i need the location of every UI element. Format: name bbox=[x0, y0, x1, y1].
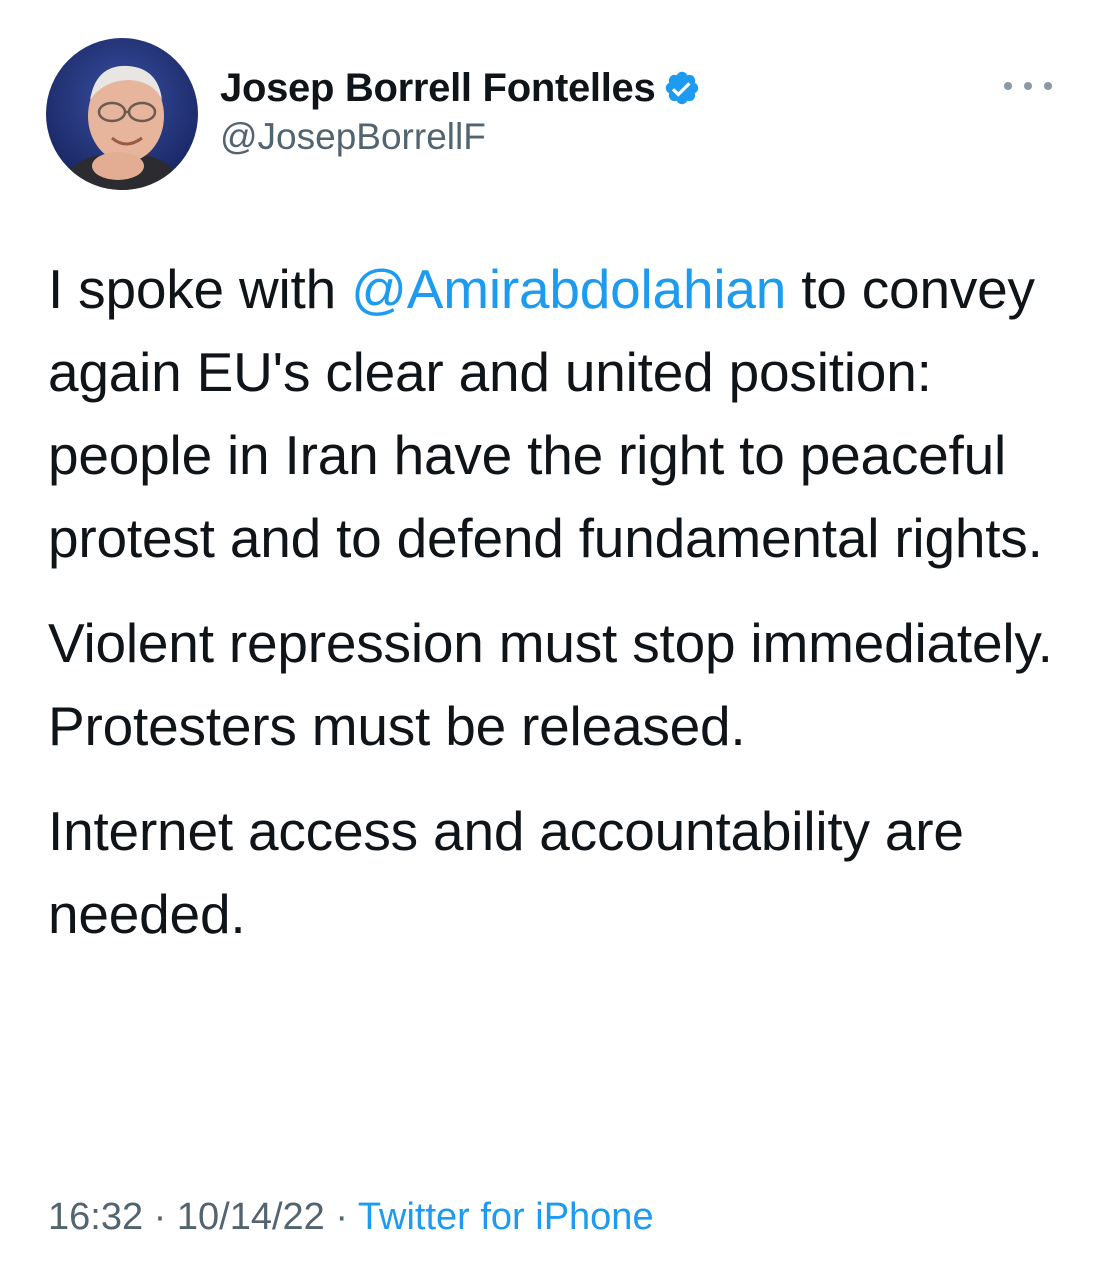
tweet-source-link[interactable]: Twitter for iPhone bbox=[358, 1196, 654, 1238]
tweet-paragraph-3: Internet access and accountability are n… bbox=[48, 800, 964, 945]
tweet-meta: 16:32 · 10/14/22 · Twitter for iPhone bbox=[48, 1196, 654, 1239]
more-horizontal-icon bbox=[1044, 82, 1052, 90]
verified-badge-icon bbox=[663, 69, 701, 107]
mention-link[interactable]: @Amirabdolahian bbox=[351, 258, 786, 320]
tweet-time[interactable]: 16:32 bbox=[48, 1196, 143, 1238]
avatar-image bbox=[46, 38, 198, 190]
tweet-paragraph-2: Violent repression must stop immediately… bbox=[48, 612, 1053, 757]
text-segment: I spoke with bbox=[48, 258, 352, 320]
author-handle[interactable]: @JosepBorrellF bbox=[220, 116, 701, 158]
display-name[interactable]: Josep Borrell Fontelles bbox=[220, 66, 656, 111]
meta-separator: · bbox=[324, 1196, 358, 1238]
tweet-date[interactable]: 10/14/22 bbox=[177, 1196, 325, 1238]
avatar[interactable] bbox=[46, 38, 198, 190]
more-horizontal-icon bbox=[1004, 82, 1012, 90]
name-row: Josep Borrell Fontelles bbox=[220, 64, 701, 112]
tweet-text: I spoke with @Amirabdolahian to convey a… bbox=[48, 248, 1058, 978]
tweet-paragraph-1: I spoke with @Amirabdolahian to convey a… bbox=[48, 248, 1058, 580]
author-info: Josep Borrell Fontelles @JosepBorrellF bbox=[220, 64, 701, 158]
more-horizontal-icon bbox=[1024, 82, 1032, 90]
more-options-button[interactable] bbox=[1004, 72, 1052, 100]
meta-separator: · bbox=[143, 1196, 177, 1238]
tweet: Josep Borrell Fontelles @JosepBorrellF I… bbox=[0, 0, 1102, 1280]
